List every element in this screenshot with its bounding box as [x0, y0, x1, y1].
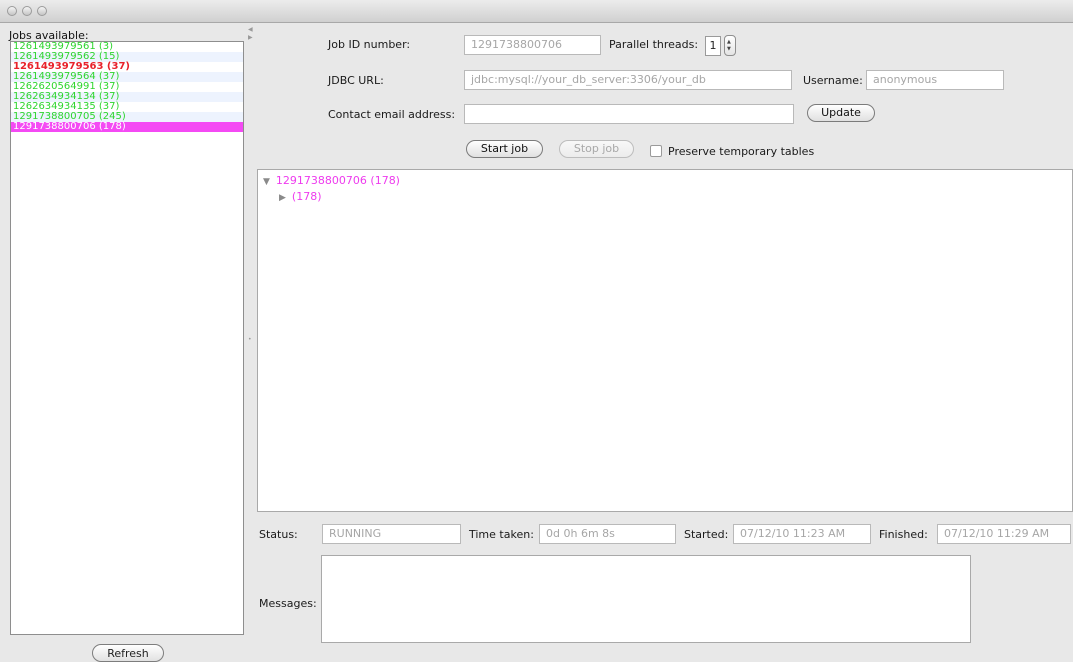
contact-email-label: Contact email address: — [328, 108, 456, 121]
zoom-window-button[interactable] — [37, 6, 47, 16]
jdbc-url-field[interactable]: jdbc:mysql://your_db_server:3306/your_db — [464, 70, 792, 90]
status-field: RUNNING — [322, 524, 461, 544]
collapsed-arrow-icon[interactable]: ▶ — [279, 193, 286, 203]
jobs-list[interactable]: 1261493979561 (3) 1261493979562 (15) 12614… — [10, 41, 244, 635]
contact-email-field[interactable] — [464, 104, 794, 124]
time-taken-label: Time taken: — [469, 528, 534, 541]
username-field[interactable]: anonymous — [866, 70, 1004, 90]
started-field: 07/12/10 11:23 AM — [733, 524, 871, 544]
job-id-field[interactable]: 1291738800706 — [464, 35, 601, 55]
finished-label: Finished: — [879, 528, 928, 541]
parallel-threads-field[interactable]: 1 — [705, 36, 721, 56]
close-window-button[interactable] — [7, 6, 17, 16]
status-label: Status: — [259, 528, 298, 541]
job-tree[interactable]: ▼ 1291738800706 (178) ▶ (178) — [257, 169, 1073, 512]
started-label: Started: — [684, 528, 729, 541]
divider-grip-icon: • — [248, 336, 252, 343]
messages-area[interactable] — [321, 555, 971, 643]
job-id-label: Job ID number: — [328, 38, 411, 51]
tree-root-label: 1291738800706 (178) — [275, 174, 400, 187]
collapse-left-arrow-icon[interactable]: ◀ — [248, 27, 253, 33]
time-taken-field: 0d 0h 6m 8s — [539, 524, 676, 544]
expanded-arrow-icon[interactable]: ▼ — [263, 177, 270, 187]
finished-field: 07/12/10 11:29 AM — [937, 524, 1071, 544]
parallel-threads-stepper[interactable]: ▲ ▼ — [724, 35, 736, 56]
jdbc-url-label: JDBC URL: — [328, 74, 384, 87]
minimize-window-button[interactable] — [22, 6, 32, 16]
expand-right-arrow-icon[interactable]: ▶ — [248, 35, 253, 41]
messages-label: Messages: — [259, 597, 317, 610]
username-label: Username: — [803, 74, 863, 87]
preserve-tables-checkbox[interactable] — [650, 145, 662, 157]
window-titlebar — [0, 0, 1073, 23]
stepper-up-icon[interactable]: ▲ — [727, 40, 731, 45]
stop-job-button[interactable]: Stop job — [559, 140, 634, 158]
update-button[interactable]: Update — [807, 104, 875, 122]
preserve-tables-label: Preserve temporary tables — [668, 145, 815, 158]
tree-child-node[interactable]: ▶ (178) — [279, 190, 322, 203]
jobs-panel: Jobs available: 1261493979561 (3) 1261493… — [0, 23, 246, 662]
job-list-item[interactable]: 1291738800706 (178) — [11, 122, 243, 132]
tree-child-label: (178) — [291, 190, 322, 203]
parallel-threads-label: Parallel threads: — [609, 38, 699, 51]
start-job-button[interactable]: Start job — [466, 140, 543, 158]
tree-root-node[interactable]: ▼ 1291738800706 (178) — [263, 174, 400, 187]
split-pane-divider[interactable]: ◀ ▶ • — [246, 23, 256, 647]
stepper-down-icon[interactable]: ▼ — [727, 47, 731, 52]
